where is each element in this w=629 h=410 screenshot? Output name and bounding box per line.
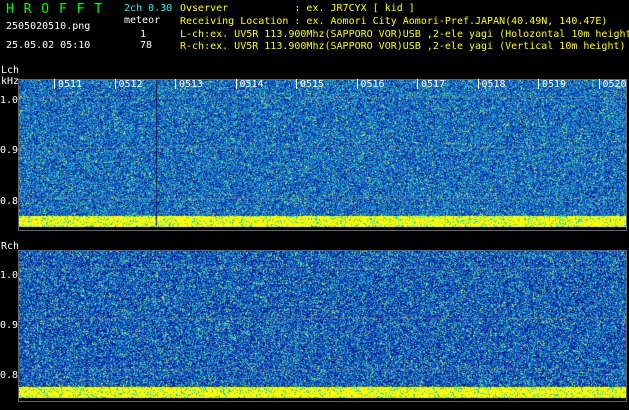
lch-label: Lch [1,65,20,76]
rch-waterfall [18,250,627,402]
time-tick: 0516 [356,79,385,90]
lch-receiver-line: L-ch:ex. UV5R 113.900Mhz(SAPPORO VOR)USB… [180,29,629,40]
rch-spectrogram [19,251,626,401]
time-tick: 0518 [477,79,506,90]
time-tick: 0512 [114,79,143,90]
lch-tick-0-8: 0.8 [0,196,19,207]
lch-meteor-count: 1 [140,29,147,40]
time-tick: 0517 [416,79,446,90]
time-tick: 0511 [53,79,83,90]
lch-tick-1-0: 1.0 [0,95,19,106]
time-tick: 0514 [235,79,264,90]
time-tick: 0515 [295,79,325,90]
rch-tick-1-0: 1.0 [0,270,19,281]
mode-label: 2ch 0.30 [124,3,173,14]
lch-spectrogram [19,80,626,230]
location-line: Receiving Location : ex. Aomori City Aom… [180,16,608,27]
observer-line: Ovserver : ex. JR7CYX [ kid ] [180,3,415,14]
rch-tick-0-9: 0.9 [0,320,19,331]
time-tick: 0520 [598,79,627,90]
meteor-label: meteor [124,15,161,26]
rch-meteor-count: 78 [140,40,153,51]
lch-tick-0-9: 0.9 [0,145,19,156]
frequency-unit: kHz [1,76,20,87]
time-tick: 0519 [537,79,567,90]
filename: 2505020510.png [6,21,91,32]
rch-label: Rch [1,241,20,252]
time-tick: 0513 [174,79,204,90]
app-logo: H R O F F T [6,2,104,17]
rch-receiver-line: R-ch:ex. UV5R 113.900Mhz(SAPPORO VOR)USB… [180,41,626,52]
rch-tick-0-8: 0.8 [0,370,19,381]
lch-waterfall [18,79,627,231]
datetime: 25.05.02 05:10 [6,40,91,51]
